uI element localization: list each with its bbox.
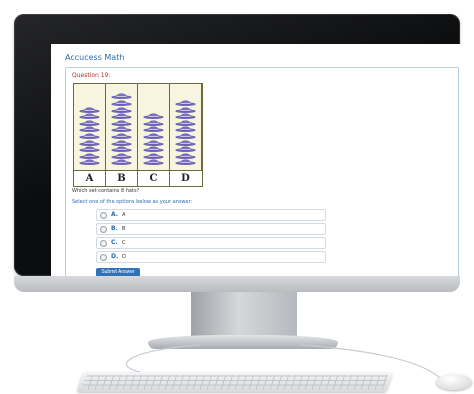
option-c[interactable]: C. C [96,237,326,249]
column-labels: A B C D [74,170,202,186]
hat-icon [79,146,100,153]
column-label-c: C [138,171,170,186]
hat-icon [111,107,132,113]
question-panel: Question 19: A B C D Which set contains … [65,67,459,281]
hat-icon [111,120,132,126]
radio-button[interactable] [100,240,107,247]
column-label-d: D [181,173,190,184]
hat-icon [111,153,132,159]
monitor-chin [14,276,460,292]
hat-icon [143,133,164,139]
hat-icon [111,126,132,133]
hat-icon [111,133,132,139]
hat-icon [79,133,100,139]
monitor: Accucess Math Question 19: A B C D Which… [14,14,467,287]
column-c [138,84,170,170]
column-a [74,84,106,170]
option-text: A [122,212,126,218]
monitor-stand [191,292,297,340]
hat-icon [175,126,196,133]
hat-icon [79,153,100,159]
radio-button[interactable] [100,254,107,261]
hat-icon [175,146,196,153]
hat-icon [79,120,100,126]
option-text: D [122,254,126,260]
option-a[interactable]: A. A [96,209,326,221]
hat-icon [111,113,132,120]
hat-icon [143,120,164,126]
option-b[interactable]: B. B [96,223,326,235]
radio-button[interactable] [100,212,107,219]
app-title: Accucess Math [65,53,125,62]
hat-icon [143,153,164,159]
option-letter: C. [111,239,118,246]
hat-icon [175,113,196,120]
hat-icon [175,140,196,146]
monitor-base [148,335,338,349]
radio-button[interactable] [100,226,107,233]
hat-icon [175,133,196,139]
hat-icon [79,159,100,166]
mouse [436,374,472,390]
question-text: Which set contains 8 hats? [72,188,140,194]
column-label-a: A [74,171,106,186]
option-text: C [122,240,126,246]
hat-icon [111,93,132,100]
question-title: Question 19: [72,72,111,79]
hat-icon [111,140,132,146]
hat-icon [143,140,164,146]
hats-figure: A B C D [73,83,203,187]
hat-icon [175,100,196,106]
option-text: B [122,226,126,232]
hat-icon [79,107,100,113]
hat-icon [143,113,164,120]
hat-icon [175,107,196,113]
hat-icon [143,126,164,133]
hat-icon [111,159,132,166]
option-letter: D. [111,253,119,260]
column-b [106,84,138,170]
option-letter: B. [111,225,118,232]
hat-icon [111,100,132,106]
hat-icon [79,126,100,133]
column-d [170,84,202,170]
option-letter: A. [111,211,119,218]
hat-icon [175,159,196,166]
hat-icon [175,153,196,159]
screen: Accucess Math Question 19: A B C D Which… [51,44,467,287]
hat-icon [79,113,100,120]
hat-icon [111,146,132,153]
option-d[interactable]: D. D [96,251,326,263]
hat-icon [143,146,164,153]
hat-icon [175,120,196,126]
keyboard [76,372,394,392]
answer-instruction: Select one of the options below as your … [72,199,193,205]
column-label-b: B [106,171,138,186]
hat-icon [79,140,100,146]
hat-icon [143,159,164,166]
